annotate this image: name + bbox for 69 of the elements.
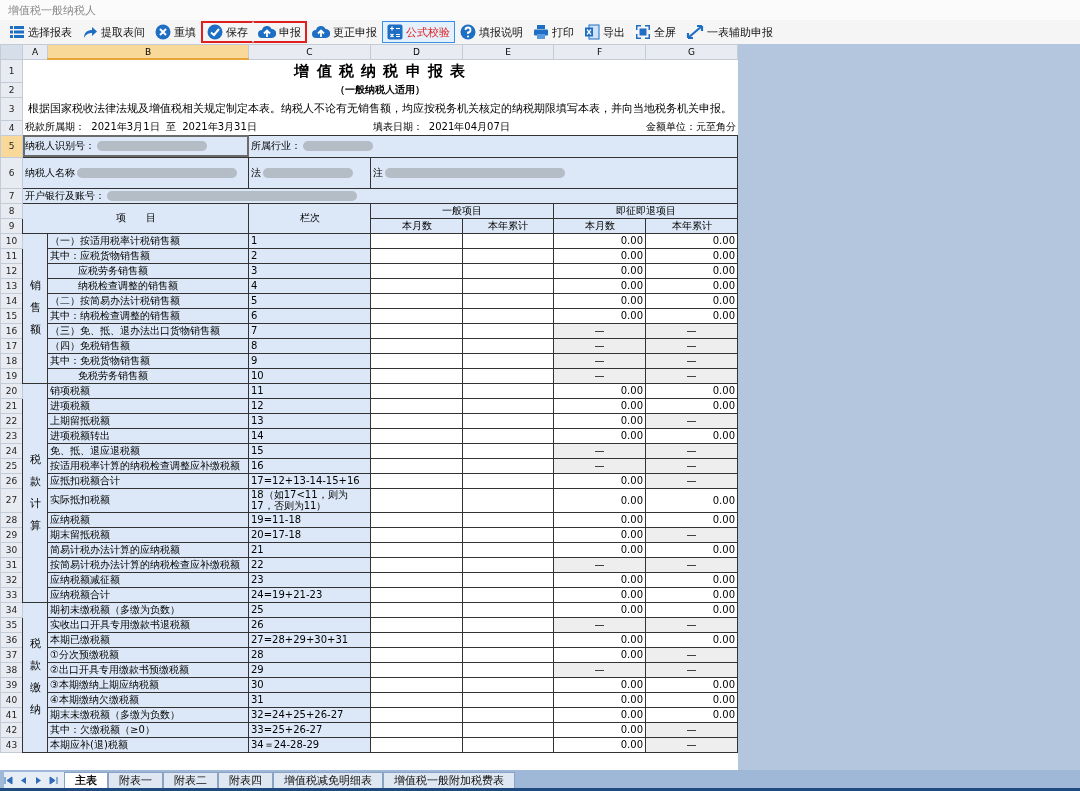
toolbar-button[interactable]: 填报说明: [455, 21, 528, 43]
column-header[interactable]: B: [47, 44, 249, 59]
toolbar-button[interactable]: 选择报表: [4, 21, 77, 43]
toolbar-button[interactable]: 打印: [528, 21, 579, 43]
close-icon: [155, 24, 171, 40]
taxpayer-name-label: 纳税人名称: [25, 165, 75, 180]
printer-icon: [533, 24, 549, 40]
column-heading: 项 目: [22, 203, 249, 233]
sheet-tab[interactable]: 附表一: [108, 772, 163, 788]
item-cell: 实际抵扣税额: [47, 488, 249, 512]
fill-date: 填表日期： 2021年04月07日: [370, 120, 554, 135]
next-sheet-icon[interactable]: [34, 775, 43, 785]
expand-icon: [686, 24, 704, 40]
redo-arrow-icon: [82, 24, 98, 40]
row-header[interactable]: 1: [0, 59, 23, 82]
toolbar-button[interactable]: 全屏: [630, 21, 681, 43]
column-header[interactable]: G: [645, 44, 738, 59]
value-cell[interactable]: 0.00: [645, 488, 738, 512]
group-label: 销售额: [22, 233, 48, 383]
row-header[interactable]: 6: [0, 157, 23, 188]
form-description: 根据国家税收法律法规及增值税相关规定制定本表。纳税人不论有无销售额，均应按税务机关核定的纳税期限填写本表，并向当地税务机关申报。: [22, 97, 738, 120]
grid-icon: [9, 24, 25, 40]
toolbar-button[interactable]: 公式校验: [382, 21, 455, 43]
calculator-icon: [387, 24, 403, 40]
toolbar-button[interactable]: 重填: [150, 21, 201, 43]
column-header[interactable]: F: [553, 44, 646, 59]
spreadsheet-icon: [584, 24, 600, 40]
form-title: 增 值 税 纳 税 申 报 表: [22, 59, 738, 82]
sheet-tab[interactable]: 增值税减免明细表: [273, 772, 383, 788]
blurred-value: [303, 141, 373, 151]
column-heading: 栏次: [248, 203, 371, 233]
value-cell[interactable]: 0.00: [553, 488, 646, 512]
form-subtitle: （一般纳税人适用）: [22, 82, 738, 97]
cloud-upload-icon: [312, 25, 330, 39]
address-label: 注: [373, 165, 383, 180]
group-label: 税款计算: [22, 383, 48, 602]
tax-period: 税款所属期： 2021年3月1日 至 2021年3月31日: [22, 120, 371, 135]
toolbar-button[interactable]: 一表辅助申报: [681, 21, 778, 43]
toolbar-button[interactable]: 更正申报: [307, 21, 382, 43]
column-header[interactable]: E: [462, 44, 554, 59]
taxpayer-id-label: 纳税人识别号：: [25, 139, 95, 153]
sheet-tab[interactable]: 增值税一般附加税费表: [383, 772, 515, 788]
sheet-tab[interactable]: 附表四: [218, 772, 273, 788]
legal-rep-label: 法: [251, 165, 261, 180]
toolbar-button[interactable]: 导出: [579, 21, 630, 43]
amount-unit: 金额单位：元至角分: [553, 120, 738, 135]
row-header[interactable]: 27: [0, 488, 23, 512]
group-label: 税款缴纳: [22, 602, 48, 752]
input-cell[interactable]: [370, 488, 463, 512]
industry-label: 所属行业：: [251, 139, 301, 153]
line-number-cell: 18（如17<11，则为17，否则为11）: [248, 488, 371, 512]
bank-account-label: 开户银行及账号：: [25, 189, 105, 202]
first-sheet-icon[interactable]: [4, 775, 13, 785]
column-header[interactable]: A: [22, 44, 48, 59]
fullscreen-icon: [635, 24, 651, 40]
check-icon: [207, 24, 223, 40]
cloud-upload-icon: [258, 25, 276, 39]
column-header[interactable]: C: [248, 44, 371, 59]
row-header[interactable]: 5: [0, 135, 23, 157]
last-sheet-icon[interactable]: [49, 775, 58, 785]
toolbar-button[interactable]: 提取表间: [77, 21, 150, 43]
help-icon: [460, 24, 476, 40]
input-cell[interactable]: [462, 488, 554, 512]
window-title: 增值税一般纳税人: [8, 2, 96, 18]
row-header[interactable]: 3: [0, 97, 23, 120]
previous-sheet-icon[interactable]: [19, 775, 28, 785]
sheet-tab[interactable]: 主表: [64, 772, 108, 788]
sheet-tab[interactable]: 附表二: [163, 772, 218, 788]
column-header[interactable]: D: [370, 44, 463, 59]
